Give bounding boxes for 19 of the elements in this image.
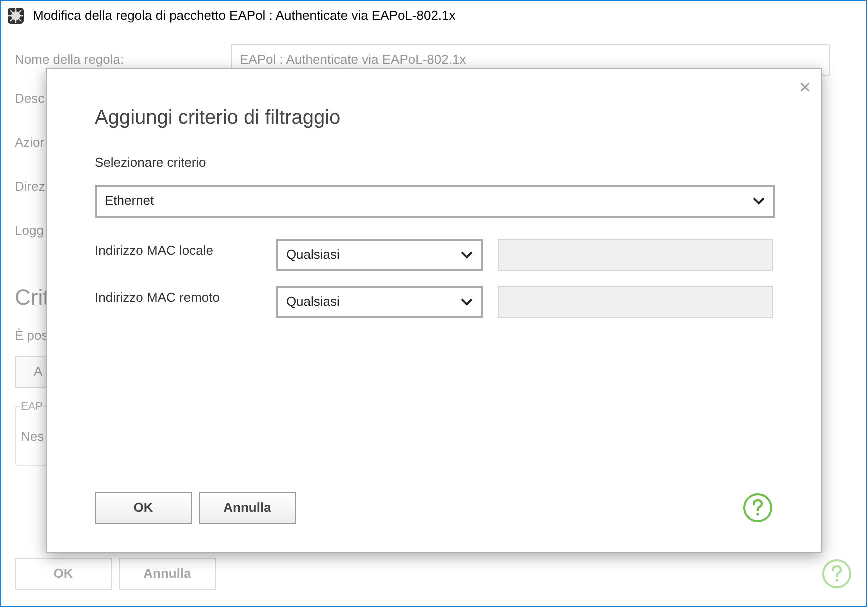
cancel-button[interactable]: Annulla [199,492,296,524]
ok-button[interactable]: OK [95,492,192,524]
field-label: Azior [15,134,45,152]
criterion-label: Selezionare criterio [95,154,208,172]
help-icon[interactable] [743,493,773,523]
field-label: Desc [15,90,45,108]
chevron-down-icon [753,197,765,205]
field-label: Logg [15,222,44,240]
field-label: Direz [15,178,46,196]
chevron-down-icon [460,250,473,258]
field-label: Indirizzo MAC locale [95,242,214,260]
window-title: Modifica della regola di pacchetto EAPol : Authenticate via EAPoL-802.1x [33,7,456,26]
field-label: Indirizzo MAC remoto [95,288,221,306]
group-text: Nes [21,428,44,446]
criterion-dropdown[interactable]: Ethernet [95,184,775,218]
chevron-down-icon [460,298,473,306]
help-icon[interactable] [822,559,852,589]
dialog-title: Aggiungi criterio di filtraggio [95,106,342,131]
field-label: Nome della regola: [15,51,126,70]
